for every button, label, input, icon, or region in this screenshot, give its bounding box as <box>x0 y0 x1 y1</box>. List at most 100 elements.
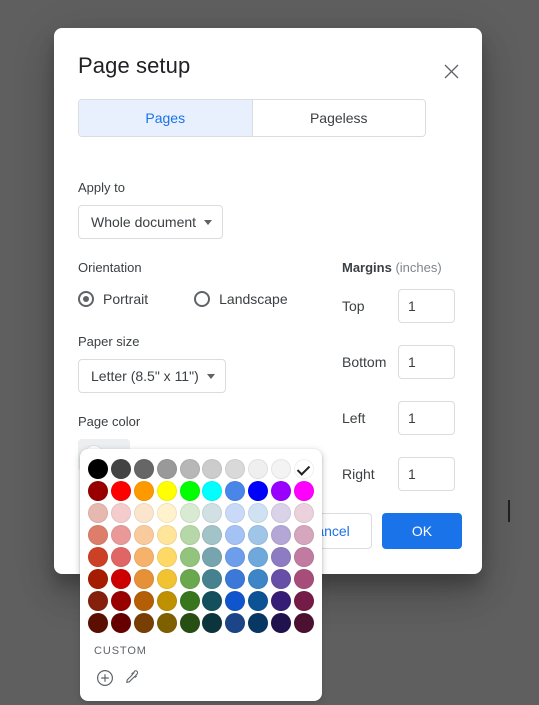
color-swatch[interactable] <box>111 503 132 523</box>
color-swatch[interactable] <box>156 459 177 479</box>
margin-bottom-input[interactable] <box>398 345 455 379</box>
color-swatch[interactable] <box>133 459 154 479</box>
color-swatch[interactable] <box>111 525 132 545</box>
color-swatch[interactable] <box>179 547 200 567</box>
color-swatch[interactable] <box>111 481 132 501</box>
color-swatch[interactable] <box>88 459 109 479</box>
custom-color-row <box>92 665 314 691</box>
color-swatch[interactable] <box>202 459 223 479</box>
color-swatch[interactable] <box>270 459 291 479</box>
margin-right-input[interactable] <box>398 457 455 491</box>
color-swatch[interactable] <box>270 613 291 633</box>
apply-to-label: Apply to <box>78 180 125 195</box>
color-swatch[interactable] <box>156 503 177 523</box>
color-swatch[interactable] <box>179 591 200 611</box>
color-swatch[interactable] <box>156 613 177 633</box>
color-swatch[interactable] <box>225 459 246 479</box>
color-swatch[interactable] <box>133 547 154 567</box>
color-swatch[interactable] <box>247 569 268 589</box>
color-swatch[interactable] <box>293 547 314 567</box>
color-swatch[interactable] <box>88 481 109 501</box>
color-swatch[interactable] <box>293 591 314 611</box>
color-swatch[interactable] <box>133 569 154 589</box>
color-swatch[interactable] <box>133 481 154 501</box>
color-swatch[interactable] <box>202 547 223 567</box>
color-swatch[interactable] <box>293 613 314 633</box>
color-swatch[interactable] <box>225 481 246 501</box>
color-swatch[interactable] <box>156 591 177 611</box>
color-swatch[interactable] <box>247 481 268 501</box>
color-swatch[interactable] <box>156 569 177 589</box>
paper-size-select[interactable]: Letter (8.5" x 11") <box>78 359 226 393</box>
radio-portrait[interactable]: Portrait <box>78 291 148 307</box>
color-swatch[interactable] <box>202 591 223 611</box>
color-swatch[interactable] <box>111 591 132 611</box>
color-swatch[interactable] <box>111 547 132 567</box>
margin-row: Top <box>342 289 462 323</box>
color-swatch[interactable] <box>179 525 200 545</box>
radio-landscape-label: Landscape <box>219 291 288 307</box>
tab-pageless[interactable]: Pageless <box>251 100 425 136</box>
color-swatch[interactable] <box>247 613 268 633</box>
color-swatch[interactable] <box>270 481 291 501</box>
color-swatch[interactable] <box>156 547 177 567</box>
color-swatch[interactable] <box>225 525 246 545</box>
color-swatch[interactable] <box>293 525 314 545</box>
color-swatch[interactable] <box>88 503 109 523</box>
radio-landscape[interactable]: Landscape <box>194 291 288 307</box>
color-swatch[interactable] <box>111 569 132 589</box>
color-swatch[interactable] <box>293 503 314 523</box>
color-swatch[interactable] <box>156 481 177 501</box>
page-title: Page setup <box>78 53 191 78</box>
color-swatch[interactable] <box>133 591 154 611</box>
color-swatch[interactable] <box>88 525 109 545</box>
color-swatch[interactable] <box>225 569 246 589</box>
color-swatch[interactable] <box>179 613 200 633</box>
apply-to-select[interactable]: Whole document <box>78 205 224 239</box>
color-swatch[interactable] <box>202 481 223 501</box>
color-swatch[interactable] <box>225 591 246 611</box>
color-swatch[interactable] <box>270 547 291 567</box>
color-swatch[interactable] <box>133 613 154 633</box>
close-icon[interactable] <box>436 56 466 86</box>
color-swatch[interactable] <box>133 503 154 523</box>
color-swatch[interactable] <box>247 503 268 523</box>
color-swatch[interactable] <box>270 591 291 611</box>
color-swatch[interactable] <box>293 569 314 589</box>
color-swatch[interactable] <box>179 481 200 501</box>
color-swatch[interactable] <box>270 503 291 523</box>
plus-circle-icon[interactable] <box>92 665 118 691</box>
color-swatch[interactable] <box>88 547 109 567</box>
color-swatch[interactable] <box>270 525 291 545</box>
color-swatch[interactable] <box>247 591 268 611</box>
color-swatch[interactable] <box>202 503 223 523</box>
color-swatch[interactable] <box>247 459 268 479</box>
margin-right-label: Right <box>342 466 375 482</box>
color-swatch[interactable] <box>179 503 200 523</box>
color-swatch[interactable] <box>270 569 291 589</box>
color-swatch[interactable] <box>202 569 223 589</box>
tab-pages[interactable]: Pages <box>79 100 252 136</box>
color-swatch[interactable] <box>293 459 314 479</box>
color-swatch[interactable] <box>156 525 177 545</box>
margin-left-input[interactable] <box>398 401 455 435</box>
color-swatch[interactable] <box>225 547 246 567</box>
color-swatch[interactable] <box>247 525 268 545</box>
color-swatch[interactable] <box>88 613 109 633</box>
ok-button[interactable]: OK <box>382 513 462 549</box>
color-swatch[interactable] <box>225 503 246 523</box>
color-swatch[interactable] <box>202 525 223 545</box>
color-swatch[interactable] <box>247 547 268 567</box>
color-swatch[interactable] <box>88 569 109 589</box>
color-swatch[interactable] <box>133 525 154 545</box>
color-swatch[interactable] <box>293 481 314 501</box>
color-swatch[interactable] <box>202 613 223 633</box>
color-swatch[interactable] <box>111 459 132 479</box>
color-swatch[interactable] <box>179 569 200 589</box>
margin-top-input[interactable] <box>398 289 455 323</box>
eyedropper-icon[interactable] <box>118 665 144 691</box>
color-swatch[interactable] <box>179 459 200 479</box>
color-swatch[interactable] <box>225 613 246 633</box>
color-swatch[interactable] <box>111 613 132 633</box>
color-swatch[interactable] <box>88 591 109 611</box>
